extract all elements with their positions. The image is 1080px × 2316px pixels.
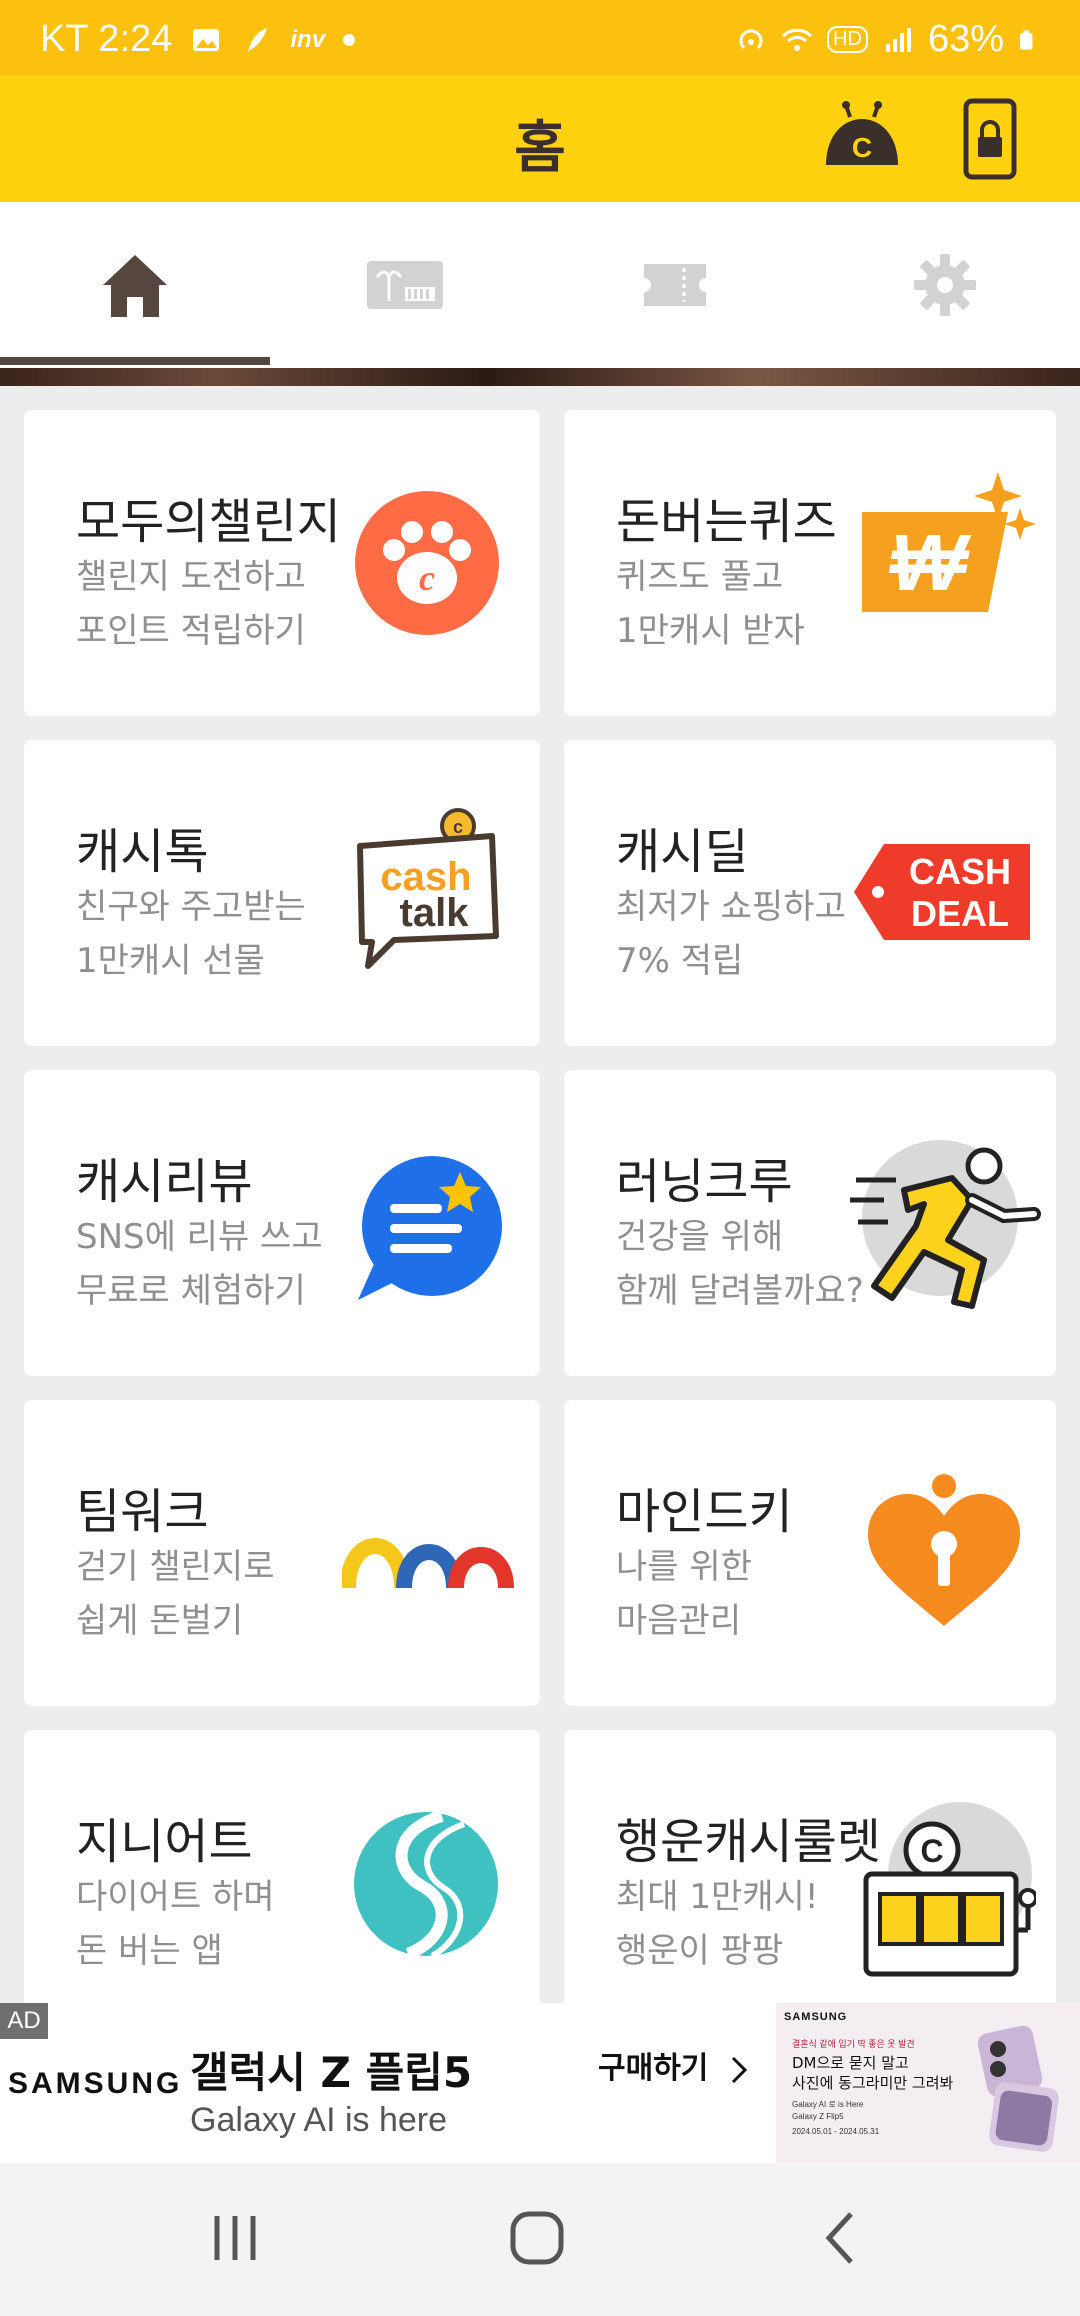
robot-icon: C bbox=[826, 101, 898, 165]
tab-bar bbox=[0, 202, 1080, 368]
card-subtitle: 걷기 챌린지로 쉽게 돈벌기 bbox=[76, 1547, 275, 1641]
ad-brand-logo: SAMSUNG bbox=[8, 2067, 183, 2100]
battery-percent: 63% bbox=[927, 18, 1004, 60]
wifi-icon bbox=[781, 28, 813, 51]
card-mindkey[interactable]: 마인드키 나를 위한 마음관리 bbox=[564, 1400, 1056, 1706]
card-running-crew[interactable]: 러닝크루 건강을 위해 함께 달려볼까요? bbox=[564, 1070, 1056, 1376]
card-title: 팀워크 bbox=[76, 1484, 209, 1540]
card-subtitle: 퀴즈도 풀고 1만캐시 받자 bbox=[616, 557, 805, 651]
ticket-icon bbox=[644, 264, 706, 306]
svg-text:C: C bbox=[920, 1833, 943, 1869]
ad-image-caption: 결혼식 같애 입기 딱 좋은 옷 발견 bbox=[792, 2039, 915, 2049]
tab-home[interactable] bbox=[0, 202, 270, 368]
phone-lock-button[interactable] bbox=[948, 97, 1032, 181]
won-sparkle-icon: ₩ bbox=[862, 472, 1036, 612]
card-title: 돈버는퀴즈 bbox=[616, 494, 837, 550]
gear-icon bbox=[914, 254, 976, 316]
recent-apps-button[interactable] bbox=[190, 2203, 280, 2273]
card-subtitle: 나를 위한 마음관리 bbox=[616, 1547, 752, 1641]
svg-text:C: C bbox=[852, 132, 872, 163]
card-title: 마인드키 bbox=[616, 1484, 793, 1540]
ad-buy-label: 구매하기 bbox=[598, 2051, 709, 2086]
app-bar: 홈 C bbox=[0, 75, 1080, 202]
card-title: 캐시리뷰 bbox=[76, 1154, 253, 1210]
battery-icon bbox=[1020, 29, 1033, 50]
phone-product-icon bbox=[977, 2025, 1059, 2152]
dot-icon bbox=[343, 33, 356, 46]
card-title: 지니어트 bbox=[76, 1814, 253, 1870]
card-genieat[interactable]: 지니어트 다이어트 하며 돈 버는 앱 bbox=[24, 1730, 540, 2020]
ad-image-date: 2024.05.01 - 2024.05.31 bbox=[792, 2127, 880, 2136]
back-icon bbox=[825, 2212, 853, 2264]
tab-settings[interactable] bbox=[810, 202, 1080, 368]
card-cash-deal[interactable]: 캐시딜 최저가 쇼핑하고 7% 적립 CASH DEAL bbox=[564, 740, 1056, 1046]
cash-deal-icon: CASH DEAL bbox=[854, 844, 1030, 940]
phone-lock-icon bbox=[963, 98, 1017, 180]
svg-text:c: c bbox=[453, 817, 463, 837]
system-nav-bar bbox=[0, 2163, 1080, 2316]
svg-text:₩: ₩ bbox=[888, 518, 972, 607]
card-teamwork[interactable]: 팀워크 걷기 챌린지로 쉽게 돈벌기 bbox=[24, 1400, 540, 1706]
ad-title: 갤럭시 Z 플립5 bbox=[190, 2048, 473, 2097]
status-bar: KT 2:24 inv HD 63% bbox=[0, 0, 1080, 75]
signal-icon bbox=[885, 27, 911, 52]
ad-image-brand: SAMSUNG bbox=[784, 2011, 848, 2023]
card-subtitle: 친구와 주고받는 1만캐시 선물 bbox=[76, 887, 306, 981]
card-subtitle: 건강을 위해 함께 달려볼까요? bbox=[616, 1217, 864, 1311]
home-icon bbox=[103, 255, 167, 317]
svg-text:DEAL: DEAL bbox=[911, 893, 1009, 934]
card-title: 러닝크루 bbox=[616, 1154, 793, 1210]
home-nav-button[interactable] bbox=[492, 2203, 582, 2273]
paw-icon: c bbox=[355, 491, 499, 635]
card-title: 캐시톡 bbox=[76, 824, 209, 880]
gift-card-icon bbox=[367, 261, 443, 309]
heart-keyhole-icon bbox=[868, 1474, 1020, 1626]
svg-text:CASH: CASH bbox=[909, 851, 1011, 892]
cash-talk-icon: c cash talk bbox=[357, 808, 499, 969]
card-subtitle: SNS에 리뷰 쓰고 무료로 체험하기 bbox=[76, 1217, 323, 1311]
card-title: 행운캐시룰렛 bbox=[616, 1814, 881, 1870]
card-subtitle: 다이어트 하며 돈 버는 앱 bbox=[76, 1877, 275, 1971]
svg-text:c: c bbox=[419, 558, 435, 598]
card-subtitle: 챌린지 도전하고 포인트 적립하기 bbox=[76, 557, 306, 651]
ad-banner[interactable]: AD SAMSUNG 갤럭시 Z 플립5 Galaxy AI is here 구… bbox=[0, 2003, 1080, 2163]
tab-ticket[interactable] bbox=[540, 202, 810, 368]
runner-icon bbox=[850, 1140, 1041, 1309]
svg-text:talk: talk bbox=[400, 891, 470, 935]
ad-image-fineprint: Galaxy AI 로 is Here Galaxy Z Flip5 bbox=[792, 2100, 864, 2121]
ad-buy-button[interactable]: 구매하기 bbox=[598, 2043, 751, 2087]
card-quiz[interactable]: 돈버는퀴즈 퀴즈도 풀고 1만캐시 받자 ₩ bbox=[564, 410, 1056, 716]
review-bubble-icon bbox=[358, 1156, 502, 1300]
card-cash-review[interactable]: 캐시리뷰 SNS에 리뷰 쓰고 무료로 체험하기 bbox=[24, 1070, 540, 1376]
ad-subtitle: Galaxy AI is here bbox=[190, 2101, 448, 2139]
robot-button[interactable]: C bbox=[820, 97, 904, 181]
ad-image[interactable]: SAMSUNG 결혼식 같애 입기 딱 좋은 옷 발견 DM으로 묻지 말고 사진… bbox=[776, 2003, 1080, 2163]
tab-gift-card[interactable] bbox=[270, 202, 540, 368]
chevron-right-icon bbox=[731, 2056, 747, 2083]
hd-icon: HD bbox=[827, 26, 868, 53]
recent-apps-icon bbox=[214, 2216, 256, 2260]
card-cash-talk[interactable]: 캐시톡 친구와 주고받는 1만캐시 선물 c cash talk bbox=[24, 740, 540, 1046]
banner-strip bbox=[0, 368, 1080, 386]
card-subtitle: 최저가 쇼핑하고 7% 적립 bbox=[616, 887, 846, 981]
card-title: 캐시딜 bbox=[616, 824, 749, 880]
hotspot-icon bbox=[739, 28, 763, 49]
ad-badge: AD bbox=[0, 2003, 48, 2039]
card-lucky-roulette[interactable]: 행운캐시룰렛 최대 1만캐시! 행운이 팡팡 C bbox=[564, 1730, 1056, 2020]
card-title: 모두의챌린지 bbox=[76, 494, 341, 550]
back-button[interactable] bbox=[796, 2203, 886, 2273]
carrier-time: KT 2:24 bbox=[40, 18, 173, 60]
inv-icon: inv bbox=[290, 25, 326, 53]
arches-icon bbox=[342, 1538, 514, 1589]
home-circle-icon bbox=[510, 2211, 564, 2265]
card-subtitle: 최대 1만캐시! 행운이 팡팡 bbox=[616, 1877, 819, 1971]
slot-machine-icon: C bbox=[863, 1802, 1036, 1977]
s-wave-icon bbox=[354, 1810, 498, 1958]
ad-image-message: DM으로 묻지 말고 사진에 동그라미만 그려봐 bbox=[792, 2054, 954, 2092]
feather-icon bbox=[248, 27, 268, 52]
card-challenge[interactable]: 모두의챌린지 챌린지 도전하고 포인트 적립하기 c bbox=[24, 410, 540, 716]
gallery-icon bbox=[193, 28, 220, 51]
page-title: 홈 bbox=[514, 116, 566, 181]
active-tab-indicator bbox=[0, 357, 270, 365]
